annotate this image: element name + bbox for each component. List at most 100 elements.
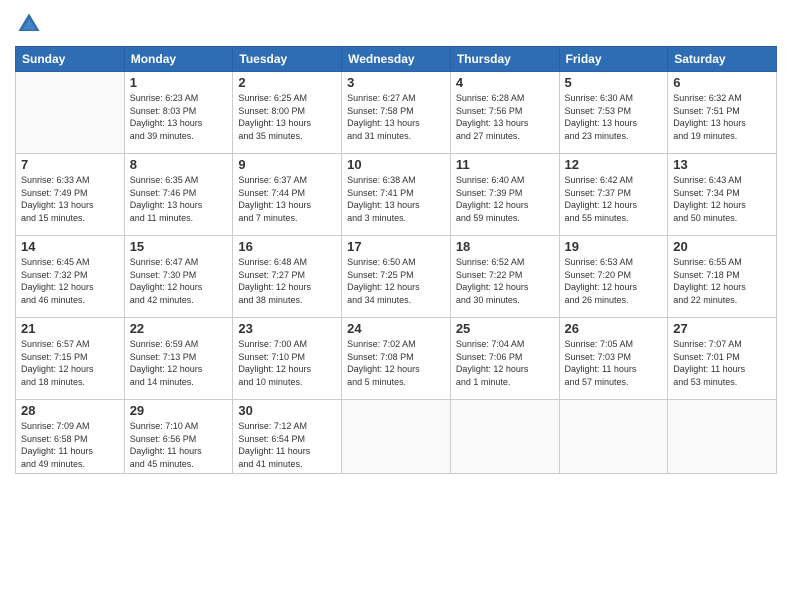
calendar-cell: 26 Sunrise: 7:05 AM Sunset: 7:03 PM Dayli… — [559, 318, 668, 400]
day-header-monday: Monday — [124, 47, 233, 72]
day-info: Sunrise: 7:07 AM Sunset: 7:01 PM Dayligh… — [673, 338, 771, 388]
day-number: 13 — [673, 157, 771, 172]
day-info: Sunrise: 6:57 AM Sunset: 7:15 PM Dayligh… — [21, 338, 119, 388]
logo-icon — [15, 10, 43, 38]
day-number: 25 — [456, 321, 554, 336]
calendar-cell: 11Sunrise: 6:40 AM Sunset: 7:39 PM Dayli… — [450, 154, 559, 236]
day-number: 19 — [565, 239, 663, 254]
day-info: Sunrise: 6:55 AM Sunset: 7:18 PM Dayligh… — [673, 256, 771, 306]
day-header-friday: Friday — [559, 47, 668, 72]
calendar-cell: 15 Sunrise: 6:47 AM Sunset: 7:30 PM Dayli… — [124, 236, 233, 318]
calendar-cell: 21 Sunrise: 6:57 AM Sunset: 7:15 PM Dayli… — [16, 318, 125, 400]
week-row-5: 28Sunrise: 7:09 AM Sunset: 6:58 PM Dayli… — [16, 400, 777, 474]
day-number: 16 — [238, 239, 336, 254]
day-info: Sunrise: 6:43 AM Sunset: 7:34 PM Dayligh… — [673, 174, 771, 224]
week-row-2: 7 Sunrise: 6:33 AM Sunset: 7:49 PM Daylig… — [16, 154, 777, 236]
calendar-cell: 17Sunrise: 6:50 AM Sunset: 7:25 PM Dayli… — [342, 236, 451, 318]
week-row-1: 1Sunrise: 6:23 AM Sunset: 8:03 PM Daylig… — [16, 72, 777, 154]
day-number: 10 — [347, 157, 445, 172]
calendar-cell: 13 Sunrise: 6:43 AM Sunset: 7:34 PM Dayli… — [668, 154, 777, 236]
day-header-wednesday: Wednesday — [342, 47, 451, 72]
day-info: Sunrise: 6:52 AM Sunset: 7:22 PM Dayligh… — [456, 256, 554, 306]
day-info: Sunrise: 7:04 AM Sunset: 7:06 PM Dayligh… — [456, 338, 554, 388]
calendar-cell: 28Sunrise: 7:09 AM Sunset: 6:58 PM Dayli… — [16, 400, 125, 474]
calendar-cell: 5Sunrise: 6:30 AM Sunset: 7:53 PM Daylig… — [559, 72, 668, 154]
calendar-cell: 23 Sunrise: 7:00 AM Sunset: 7:10 PM Dayli… — [233, 318, 342, 400]
day-info: Sunrise: 7:10 AM Sunset: 6:56 PM Dayligh… — [130, 420, 228, 470]
calendar-cell: 22 Sunrise: 6:59 AM Sunset: 7:13 PM Dayli… — [124, 318, 233, 400]
day-number: 28 — [21, 403, 119, 418]
week-row-4: 21 Sunrise: 6:57 AM Sunset: 7:15 PM Dayli… — [16, 318, 777, 400]
calendar-body: 1Sunrise: 6:23 AM Sunset: 8:03 PM Daylig… — [16, 72, 777, 474]
calendar-cell: 3Sunrise: 6:27 AM Sunset: 7:58 PM Daylig… — [342, 72, 451, 154]
calendar-table: SundayMondayTuesdayWednesdayThursdayFrid… — [15, 46, 777, 474]
page: SundayMondayTuesdayWednesdayThursdayFrid… — [0, 0, 792, 612]
calendar-cell: 1Sunrise: 6:23 AM Sunset: 8:03 PM Daylig… — [124, 72, 233, 154]
calendar-cell: 4Sunrise: 6:28 AM Sunset: 7:56 PM Daylig… — [450, 72, 559, 154]
calendar-cell: 18 Sunrise: 6:52 AM Sunset: 7:22 PM Dayli… — [450, 236, 559, 318]
calendar-cell — [450, 400, 559, 474]
day-info: Sunrise: 7:05 AM Sunset: 7:03 PM Dayligh… — [565, 338, 663, 388]
calendar-cell: 12 Sunrise: 6:42 AM Sunset: 7:37 PM Dayli… — [559, 154, 668, 236]
calendar-cell: 2 Sunrise: 6:25 AM Sunset: 8:00 PM Daylig… — [233, 72, 342, 154]
calendar-cell: 9Sunrise: 6:37 AM Sunset: 7:44 PM Daylig… — [233, 154, 342, 236]
day-info: Sunrise: 6:25 AM Sunset: 8:00 PM Dayligh… — [238, 92, 336, 142]
calendar-cell — [668, 400, 777, 474]
day-info: Sunrise: 6:48 AM Sunset: 7:27 PM Dayligh… — [238, 256, 336, 306]
calendar-cell: 24 Sunrise: 7:02 AM Sunset: 7:08 PM Dayli… — [342, 318, 451, 400]
calendar-cell — [16, 72, 125, 154]
header — [15, 10, 777, 38]
day-number: 2 — [238, 75, 336, 90]
day-header-row: SundayMondayTuesdayWednesdayThursdayFrid… — [16, 47, 777, 72]
day-number: 23 — [238, 321, 336, 336]
day-number: 9 — [238, 157, 336, 172]
calendar-cell: 25 Sunrise: 7:04 AM Sunset: 7:06 PM Dayli… — [450, 318, 559, 400]
day-info: Sunrise: 6:40 AM Sunset: 7:39 PM Dayligh… — [456, 174, 554, 224]
day-info: Sunrise: 6:53 AM Sunset: 7:20 PM Dayligh… — [565, 256, 663, 306]
calendar-cell: 20 Sunrise: 6:55 AM Sunset: 7:18 PM Dayli… — [668, 236, 777, 318]
calendar-cell: 6Sunrise: 6:32 AM Sunset: 7:51 PM Daylig… — [668, 72, 777, 154]
day-number: 20 — [673, 239, 771, 254]
day-info: Sunrise: 6:47 AM Sunset: 7:30 PM Dayligh… — [130, 256, 228, 306]
calendar-cell: 27 Sunrise: 7:07 AM Sunset: 7:01 PM Dayli… — [668, 318, 777, 400]
day-info: Sunrise: 6:45 AM Sunset: 7:32 PM Dayligh… — [21, 256, 119, 306]
day-header-tuesday: Tuesday — [233, 47, 342, 72]
day-number: 18 — [456, 239, 554, 254]
day-header-sunday: Sunday — [16, 47, 125, 72]
day-number: 30 — [238, 403, 336, 418]
day-number: 1 — [130, 75, 228, 90]
calendar-cell — [342, 400, 451, 474]
day-number: 8 — [130, 157, 228, 172]
day-number: 12 — [565, 157, 663, 172]
day-number: 22 — [130, 321, 228, 336]
day-number: 7 — [21, 157, 119, 172]
day-info: Sunrise: 7:00 AM Sunset: 7:10 PM Dayligh… — [238, 338, 336, 388]
calendar-cell: 10Sunrise: 6:38 AM Sunset: 7:41 PM Dayli… — [342, 154, 451, 236]
week-row-3: 14 Sunrise: 6:45 AM Sunset: 7:32 PM Dayli… — [16, 236, 777, 318]
day-info: Sunrise: 7:12 AM Sunset: 6:54 PM Dayligh… — [238, 420, 336, 470]
day-number: 24 — [347, 321, 445, 336]
day-number: 15 — [130, 239, 228, 254]
day-number: 14 — [21, 239, 119, 254]
day-info: Sunrise: 6:35 AM Sunset: 7:46 PM Dayligh… — [130, 174, 228, 224]
calendar-cell: 29 Sunrise: 7:10 AM Sunset: 6:56 PM Dayli… — [124, 400, 233, 474]
day-info: Sunrise: 6:32 AM Sunset: 7:51 PM Dayligh… — [673, 92, 771, 142]
day-info: Sunrise: 6:27 AM Sunset: 7:58 PM Dayligh… — [347, 92, 445, 142]
calendar-cell: 7 Sunrise: 6:33 AM Sunset: 7:49 PM Daylig… — [16, 154, 125, 236]
calendar-cell: 30 Sunrise: 7:12 AM Sunset: 6:54 PM Dayli… — [233, 400, 342, 474]
day-number: 4 — [456, 75, 554, 90]
day-number: 29 — [130, 403, 228, 418]
calendar-cell: 8 Sunrise: 6:35 AM Sunset: 7:46 PM Daylig… — [124, 154, 233, 236]
calendar-cell: 19 Sunrise: 6:53 AM Sunset: 7:20 PM Dayli… — [559, 236, 668, 318]
day-info: Sunrise: 7:02 AM Sunset: 7:08 PM Dayligh… — [347, 338, 445, 388]
day-info: Sunrise: 6:59 AM Sunset: 7:13 PM Dayligh… — [130, 338, 228, 388]
calendar-header: SundayMondayTuesdayWednesdayThursdayFrid… — [16, 47, 777, 72]
day-info: Sunrise: 6:42 AM Sunset: 7:37 PM Dayligh… — [565, 174, 663, 224]
day-header-saturday: Saturday — [668, 47, 777, 72]
day-number: 21 — [21, 321, 119, 336]
day-number: 26 — [565, 321, 663, 336]
day-header-thursday: Thursday — [450, 47, 559, 72]
calendar-cell: 16 Sunrise: 6:48 AM Sunset: 7:27 PM Dayli… — [233, 236, 342, 318]
day-info: Sunrise: 6:33 AM Sunset: 7:49 PM Dayligh… — [21, 174, 119, 224]
day-number: 27 — [673, 321, 771, 336]
